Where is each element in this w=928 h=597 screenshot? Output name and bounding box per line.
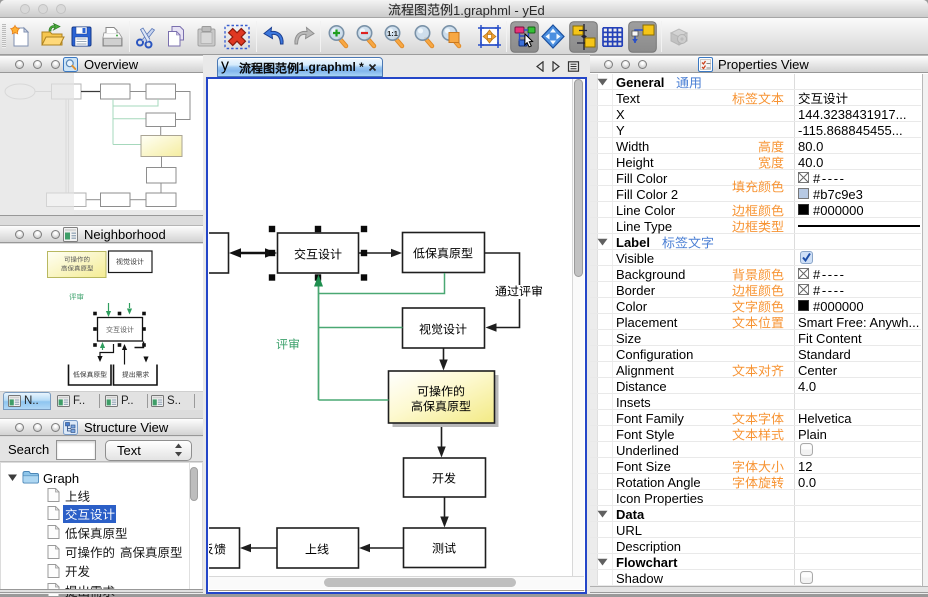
svg-text:1:1: 1:1 <box>387 29 398 38</box>
